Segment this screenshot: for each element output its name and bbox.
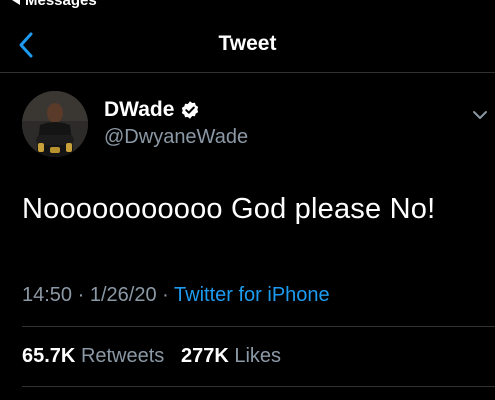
divider [22, 386, 495, 387]
tweet-source-link[interactable]: Twitter for iPhone [174, 284, 330, 306]
tweet-date: 1/26/20 [89, 284, 157, 306]
tweet-meta: 14:50 · 1/26/20 · Twitter for iPhone [22, 284, 330, 307]
retweets-label[interactable]: Retweets [81, 345, 164, 367]
avatar-photo [22, 91, 88, 157]
tweet-time: 14:50 [22, 284, 73, 306]
back-triangle-icon [12, 0, 20, 5]
navigation-header: Tweet [0, 20, 495, 73]
tweet-text: Nooooooooooo God please No! [22, 193, 436, 225]
page-title: Tweet [218, 32, 277, 55]
avatar[interactable] [22, 91, 88, 157]
status-bar-app-label: Messages [25, 0, 97, 9]
meta-separator: · [162, 284, 169, 306]
author-handle[interactable]: @DwyaneWade [104, 126, 248, 149]
likes-count[interactable]: 277K [181, 345, 229, 367]
likes-label[interactable]: Likes [234, 345, 281, 367]
meta-separator: · [77, 284, 85, 306]
verified-badge-icon [182, 101, 199, 119]
retweets-count[interactable]: 65.7K [22, 345, 75, 367]
author-name-row[interactable]: DWade [104, 98, 200, 122]
tweet-stats: 65.7K Retweets 277K Likes [22, 345, 281, 368]
chevron-down-icon [473, 111, 487, 119]
divider [22, 326, 495, 327]
tweet-options-button[interactable] [471, 106, 489, 124]
author-display-name: DWade [104, 98, 175, 121]
status-bar-back-to-app[interactable]: Messages [12, 0, 97, 9]
